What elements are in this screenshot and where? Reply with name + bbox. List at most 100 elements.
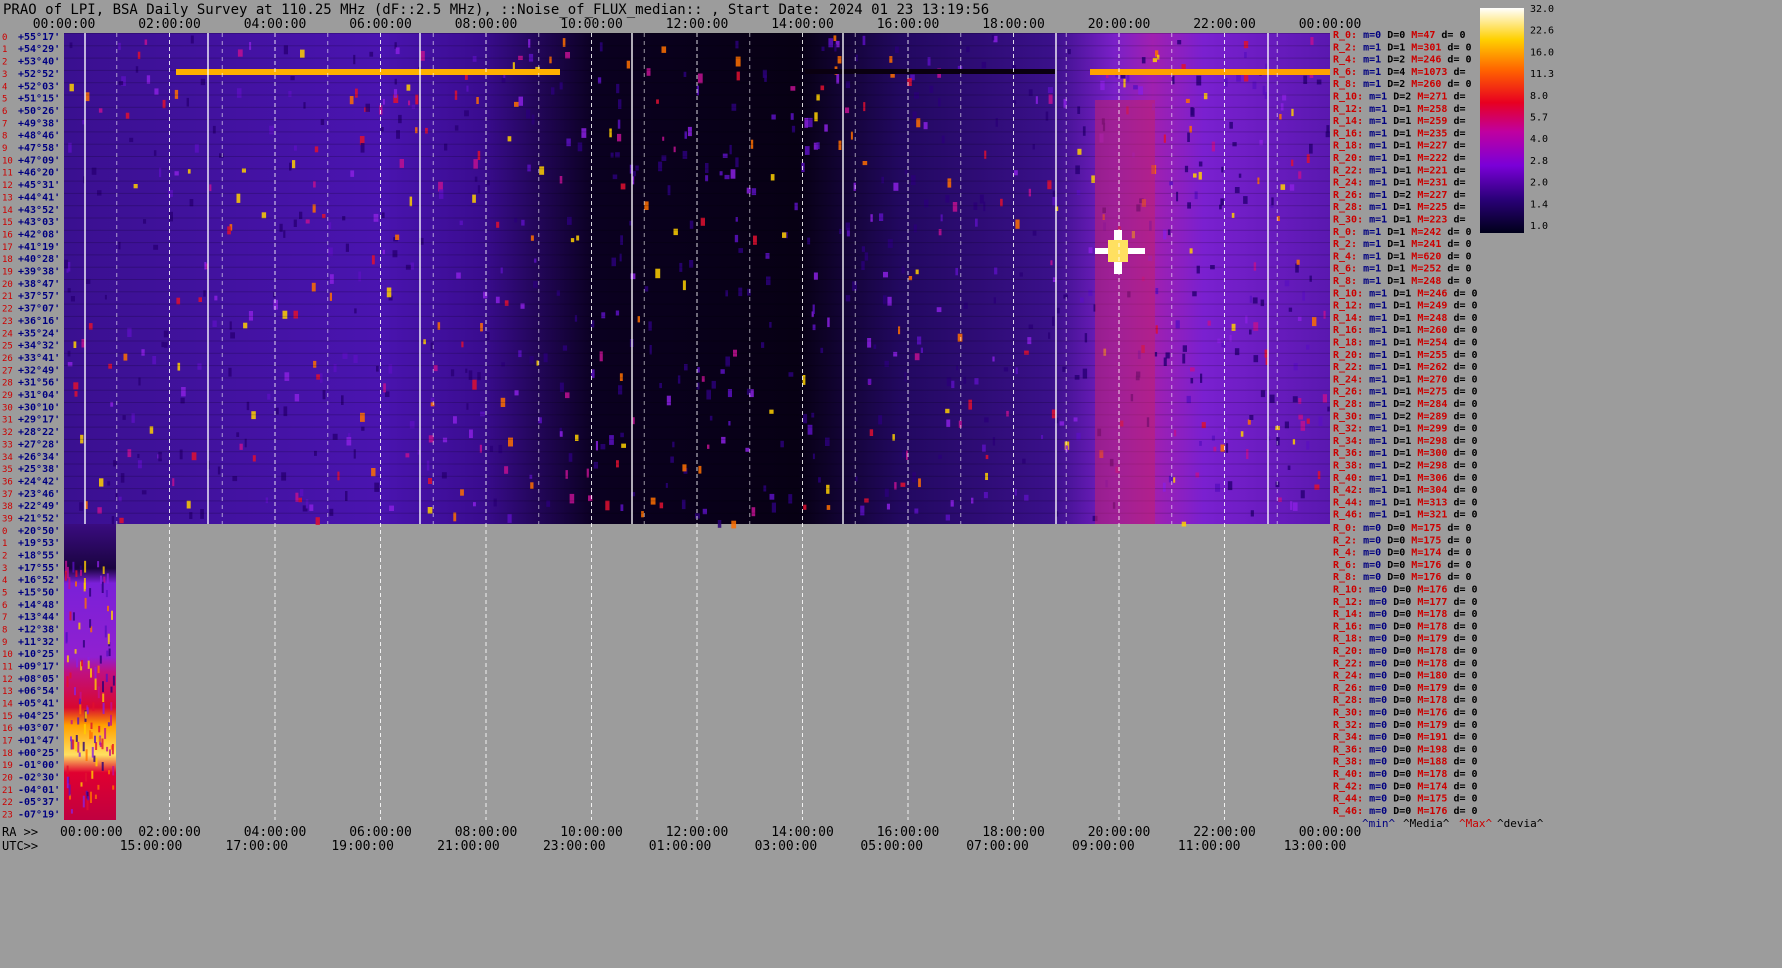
- heat-speckle: [659, 502, 664, 509]
- stats-cell: d= 0: [1447, 485, 1477, 496]
- top-axis-tick-label: 02:00:00: [138, 17, 201, 32]
- heat-speckle: [72, 561, 75, 573]
- heat-speckle: [1047, 87, 1053, 94]
- stats-cell: D=1: [1387, 424, 1411, 435]
- heat-speckle: [453, 416, 457, 424]
- heat-speckle: [495, 296, 500, 304]
- heat-speckle: [354, 308, 357, 314]
- declination-label: +55°17': [18, 32, 60, 43]
- heat-speckle: [1253, 322, 1259, 331]
- heat-speckle: [112, 785, 115, 790]
- declination-label: +29°17': [18, 415, 60, 426]
- stats-cell: m=0: [1363, 585, 1387, 596]
- stats-cell: d= 0: [1447, 362, 1477, 373]
- top-axis-tick-label: 16:00:00: [877, 17, 940, 32]
- declination-label: -02°30': [18, 773, 60, 784]
- stats-cell: R_18:: [1333, 634, 1363, 645]
- heat-speckle: [112, 766, 115, 776]
- heat-speckle: [771, 114, 776, 120]
- stats-cell: R_22:: [1333, 165, 1363, 176]
- heat-speckle: [236, 432, 240, 437]
- heat-speckle: [1088, 247, 1093, 254]
- heat-speckle: [1175, 320, 1180, 329]
- stats-cell: D=0: [1381, 548, 1405, 559]
- row-index-label: 1: [2, 539, 7, 549]
- stats-cell: d= 0: [1447, 411, 1477, 422]
- heat-speckle: [1014, 488, 1017, 496]
- ra-tick-label: 22:00:00: [1193, 825, 1256, 840]
- declination-label: +40°28': [18, 254, 60, 265]
- colorbar-tick-label: 32.0: [1530, 4, 1554, 15]
- stats-cell: d= 0: [1441, 227, 1471, 238]
- heat-speckle: [107, 481, 111, 486]
- stats-cell: d= 0: [1447, 338, 1477, 349]
- stats-cell: M=227: [1411, 141, 1447, 152]
- heat-speckle: [788, 372, 794, 377]
- stats-cell: m=1: [1357, 67, 1381, 78]
- utc-axis: UTC>> 15:00:00 17:00:00 19:00:00 21:00:00 23:…: [2, 839, 1346, 854]
- stats-row: R_4: m=1 D=2 M=246 d= 0: [1333, 55, 1472, 66]
- heat-speckle: [730, 169, 736, 179]
- heat-speckle: [1182, 353, 1186, 364]
- heat-speckle: [78, 752, 81, 757]
- stats-cell: R_14:: [1333, 116, 1363, 127]
- heat-speckle: [444, 143, 448, 151]
- heat-speckle: [500, 267, 503, 274]
- stats-cell: D=1: [1387, 350, 1411, 361]
- stats-cell: D=0: [1387, 806, 1411, 817]
- heat-speckle: [725, 290, 728, 297]
- declination-label: +25°38': [18, 464, 60, 475]
- declination-label: +11°32': [18, 637, 60, 648]
- stats-cell: m=0: [1363, 695, 1387, 706]
- stats-cell: d= 0: [1447, 671, 1477, 682]
- heat-speckle: [322, 390, 326, 400]
- heat-speckle: [75, 581, 77, 587]
- utc-tick-label: 17:00:00: [226, 839, 289, 854]
- heat-speckle: [984, 417, 989, 423]
- stats-cell: M=227: [1411, 190, 1447, 201]
- heat-speckle: [79, 502, 84, 511]
- lower-declination-labels: 0 +20°50' 1 +19°53' 2 +18°55' 3 +17°55' 4 +16°52'…: [2, 526, 60, 821]
- stats-cell: M=235: [1411, 128, 1447, 139]
- heat-speckle: [453, 512, 457, 522]
- cygnus-emission-band: [1095, 100, 1155, 524]
- heat-speckle: [246, 401, 250, 411]
- row-index-label: 1: [2, 45, 7, 55]
- heat-speckle: [1253, 262, 1257, 271]
- stats-cell: d= 0: [1441, 276, 1471, 287]
- heat-speckle: [252, 455, 256, 462]
- stats-cell: M=176: [1411, 585, 1447, 596]
- heat-speckle: [1280, 184, 1286, 190]
- heat-speckle: [599, 42, 603, 52]
- heat-speckle: [314, 146, 319, 153]
- heat-speckle: [483, 291, 488, 299]
- stats-cell: D=2: [1381, 55, 1405, 66]
- stats-cell: D=1: [1387, 448, 1411, 459]
- heat-speckle: [230, 332, 235, 339]
- heat-speckle: [825, 437, 830, 446]
- declination-label: +43°03': [18, 217, 60, 228]
- heat-speckle: [1163, 357, 1167, 366]
- heat-speckle: [1100, 80, 1105, 91]
- stats-cell: d= 0: [1447, 757, 1477, 768]
- heat-speckle: [105, 673, 108, 682]
- row-index-label: 16: [2, 724, 13, 734]
- stats-cell: D=0: [1387, 794, 1411, 805]
- declination-label: -07°19': [18, 810, 60, 821]
- heat-speckle: [612, 174, 618, 180]
- stats-cell: m=0: [1357, 535, 1381, 546]
- heat-speckle: [701, 376, 705, 382]
- heat-speckle: [1185, 98, 1190, 103]
- heat-speckle: [102, 693, 105, 702]
- row-index-label: 34: [2, 453, 13, 463]
- heat-speckle: [761, 342, 765, 348]
- heat-speckle: [81, 660, 83, 667]
- heat-speckle: [473, 159, 478, 169]
- heat-speckle: [883, 271, 888, 278]
- stats-cell: d= 0: [1447, 720, 1477, 731]
- heat-speckle: [109, 749, 111, 756]
- heat-speckle: [386, 287, 392, 298]
- stats-cell: R_28:: [1333, 399, 1363, 410]
- heat-speckle: [611, 257, 616, 267]
- heat-speckle: [912, 472, 916, 483]
